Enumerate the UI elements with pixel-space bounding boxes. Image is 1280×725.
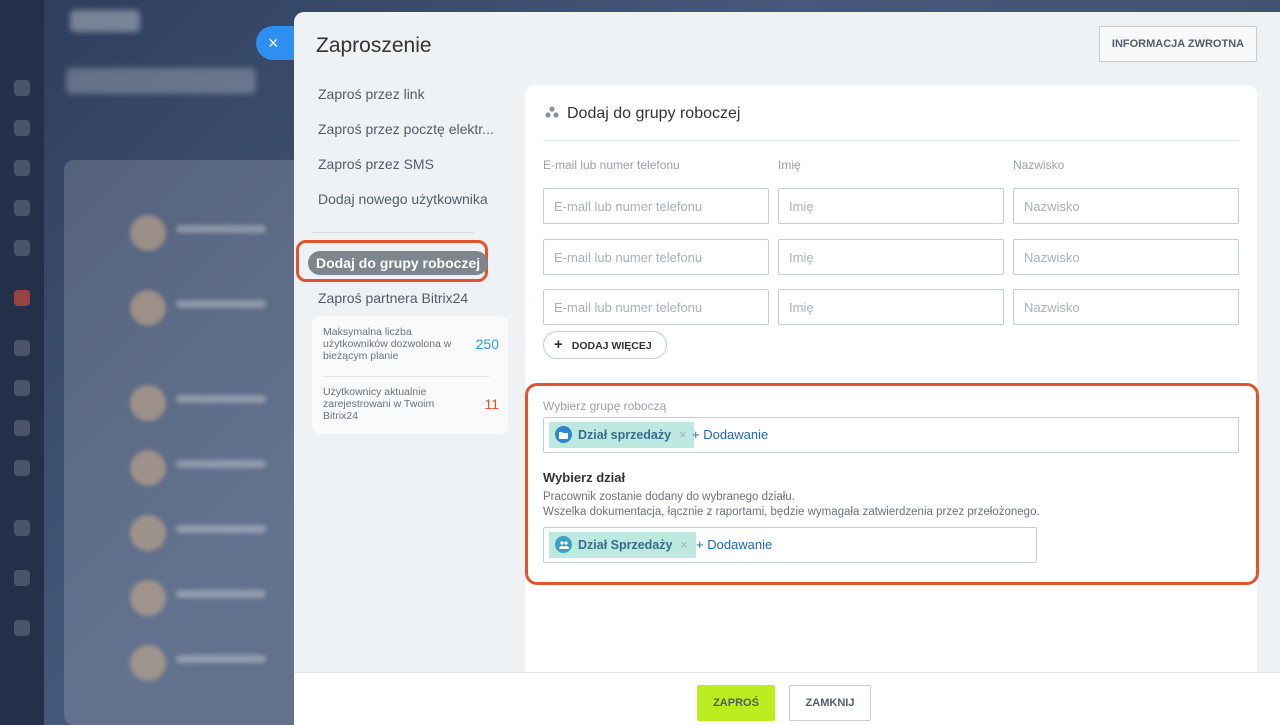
workgroup-form-card: Dodaj do grupy roboczej E-mail lub numer… xyxy=(525,85,1259,687)
menu-item-add-to-workgroup[interactable]: Dodaj do grupy roboczej xyxy=(308,251,489,275)
name-field-2[interactable] xyxy=(778,239,1004,275)
menu-item-invite-sms[interactable]: Zaproś przez SMS xyxy=(318,154,508,189)
menu-item-invite-link[interactable]: Zaproś przez link xyxy=(318,84,508,119)
add-more-button[interactable]: + DODAJ WIĘCEJ xyxy=(543,331,667,359)
folder-icon xyxy=(555,426,572,444)
max-users-value: 250 xyxy=(475,336,499,352)
add-department-link[interactable]: + Dodawanie xyxy=(696,528,772,562)
workgroup-tag[interactable]: Dział sprzedaży × xyxy=(549,422,695,448)
dialog-title: Zaproszenie xyxy=(316,34,432,57)
dialog-footer: ZAPROŚ ZAMKNIJ xyxy=(294,672,1280,725)
background-sidebar xyxy=(0,0,44,725)
max-users-label: Maksymalna liczba użytkowników dozwolona… xyxy=(323,326,452,362)
close-button[interactable]: ZAMKNIJ xyxy=(789,685,871,721)
email-field-1[interactable] xyxy=(543,188,769,224)
menu-item-invite-partner[interactable]: Zaproś partnera Bitrix24 xyxy=(318,290,468,306)
surname-field-3[interactable] xyxy=(1013,289,1239,325)
form-heading: Dodaj do grupy roboczej xyxy=(545,105,740,123)
surname-field-2[interactable] xyxy=(1013,239,1239,275)
feedback-button[interactable]: INFORMACJA ZWROTNA xyxy=(1099,26,1257,62)
department-description: Pracownik zostanie dodany do wybranego d… xyxy=(543,491,1040,518)
current-users-label: Użytkownicy aktualnie zarejestrowani w T… xyxy=(323,386,435,422)
email-field-3[interactable] xyxy=(543,289,769,325)
name-column-label: Imię xyxy=(778,158,801,172)
workgroup-selector[interactable]: Dział sprzedaży × + Dodawanie xyxy=(543,417,1239,453)
current-users-value: 11 xyxy=(484,396,499,412)
invite-button[interactable]: ZAPROŚ xyxy=(697,685,775,721)
close-icon: × xyxy=(268,33,279,53)
surname-field-1[interactable] xyxy=(1013,188,1239,224)
user-limits-box: Maksymalna liczba użytkowników dozwolona… xyxy=(312,316,508,434)
remove-tag-icon[interactable]: × xyxy=(680,538,687,552)
menu-divider xyxy=(312,232,474,233)
department-selector[interactable]: Dział Sprzedaży × + Dodawanie xyxy=(543,527,1037,563)
add-workgroup-link[interactable]: + Dodawanie xyxy=(692,418,768,452)
group-icon xyxy=(545,105,559,123)
email-field-2[interactable] xyxy=(543,239,769,275)
menu-item-invite-email[interactable]: Zaproś przez pocztę elektr... xyxy=(318,119,508,154)
menu-item-add-user[interactable]: Dodaj nowego użytkownika xyxy=(318,189,508,224)
department-tag[interactable]: Dział Sprzedaży × xyxy=(549,532,696,558)
background-list xyxy=(64,160,304,725)
invite-dialog: Zaproszenie INFORMACJA ZWROTNA Zaproś pr… xyxy=(294,12,1280,725)
email-column-label: E-mail lub numer telefonu xyxy=(543,158,680,172)
form-heading-text: Dodaj do grupy roboczej xyxy=(567,105,741,122)
name-field-3[interactable] xyxy=(778,289,1004,325)
users-icon xyxy=(555,536,572,554)
workgroup-label: Wybierz grupę roboczą xyxy=(543,399,667,413)
surname-column-label: Nazwisko xyxy=(1013,158,1065,172)
department-title: Wybierz dział xyxy=(543,470,626,485)
name-field-1[interactable] xyxy=(778,188,1004,224)
invite-menu: Zaproś przez link Zaproś przez pocztę el… xyxy=(318,84,508,224)
close-slider-button[interactable]: × xyxy=(256,26,296,60)
plus-icon: + xyxy=(554,336,563,353)
remove-tag-icon[interactable]: × xyxy=(679,428,686,442)
